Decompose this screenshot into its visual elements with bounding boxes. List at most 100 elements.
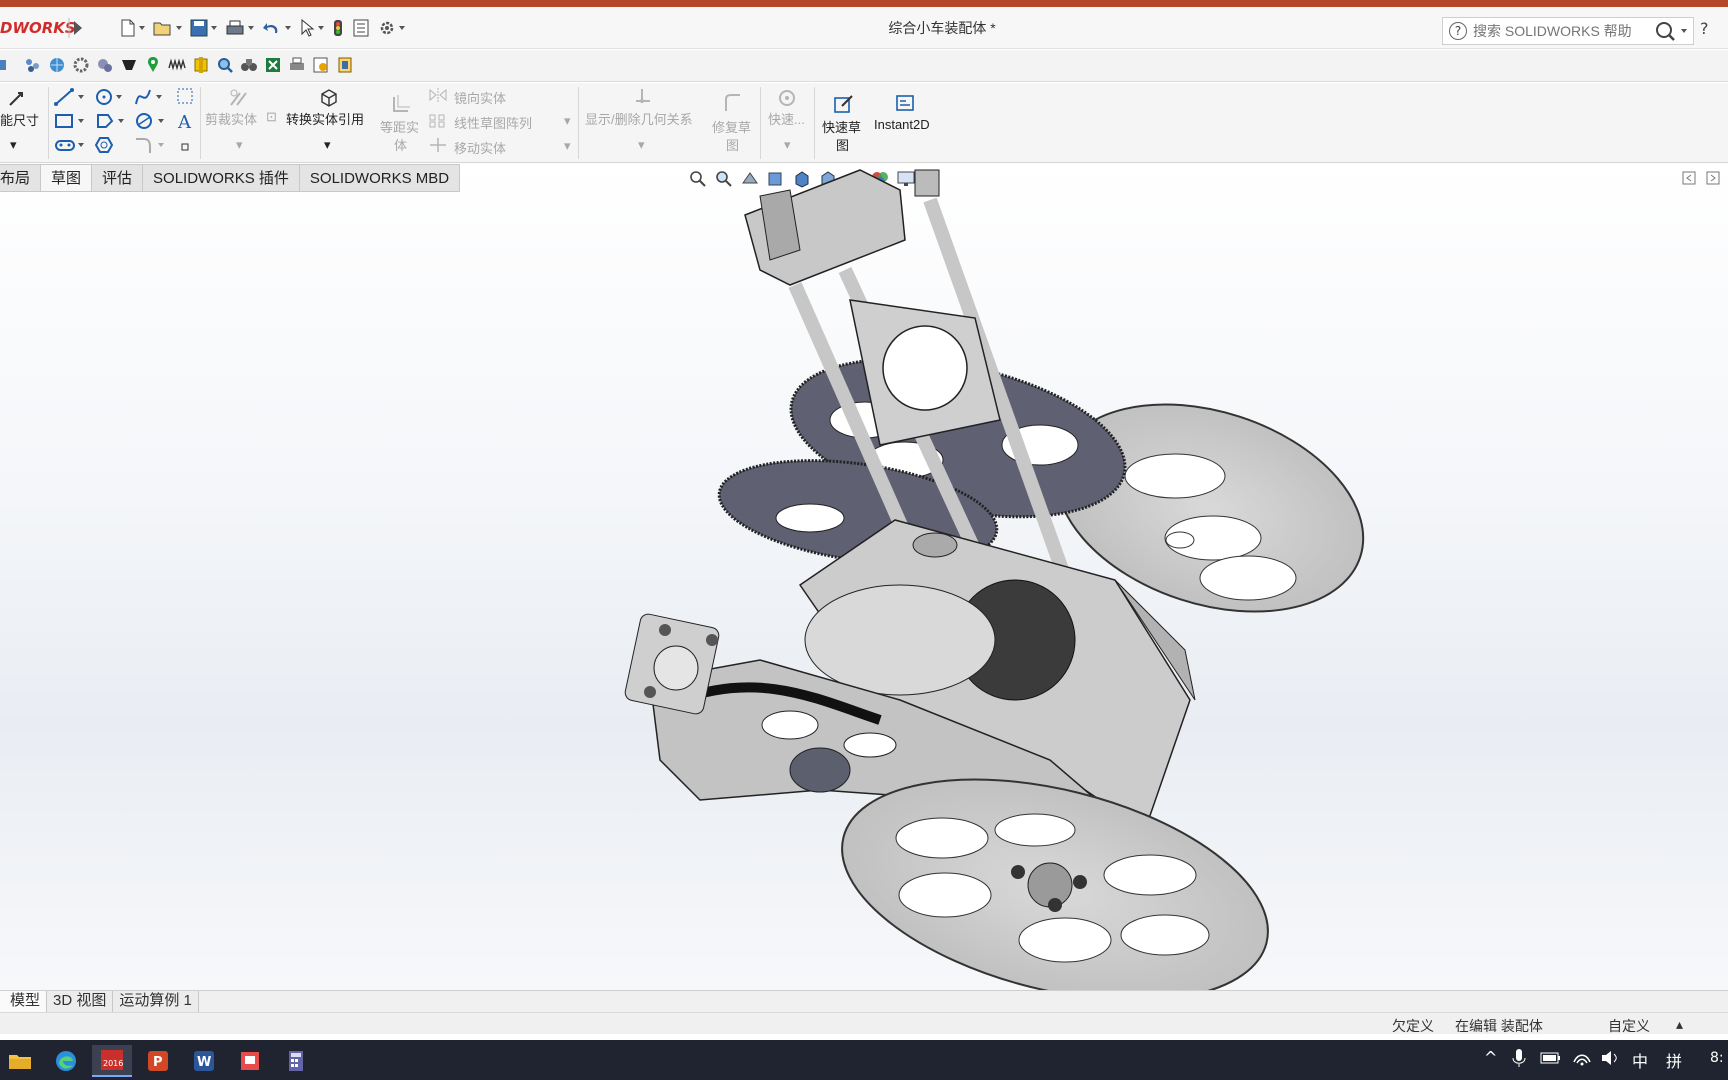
point-icon[interactable]: [180, 139, 192, 158]
rapid-sketch-button[interactable]: 快速草: [822, 117, 861, 136]
smart-dimension-button[interactable]: 能尺寸: [0, 110, 39, 129]
offset-entities-button[interactable]: 等距实: [380, 117, 419, 136]
collapse-panel-icon[interactable]: [1682, 170, 1696, 189]
new-document-button[interactable]: [118, 17, 147, 39]
tab-3d-views[interactable]: 3D 视图: [47, 991, 114, 1013]
rectangle-icon[interactable]: [54, 111, 88, 135]
edge-browser-icon[interactable]: [46, 1045, 86, 1077]
solidworks-taskbar-icon[interactable]: 2016: [92, 1045, 132, 1077]
status-units-caret-icon[interactable]: ▴: [1676, 1016, 1683, 1033]
linear-pattern-button[interactable]: 线性草图阵列: [454, 113, 532, 132]
microphone-icon[interactable]: [1512, 1048, 1526, 1072]
display-relations-button[interactable]: 显示/删除几何关系: [585, 109, 693, 128]
toolbox-gear-icon[interactable]: [72, 56, 90, 74]
battery-icon: [1540, 1048, 1562, 1072]
quick-snaps-caret[interactable]: ▾: [784, 137, 791, 153]
save-button[interactable]: [188, 17, 219, 39]
model-view-tabs: 模型 3D 视图 运动算例 1: [0, 990, 1728, 1013]
select-pointer-button[interactable]: [297, 17, 326, 39]
routing-icon[interactable]: [192, 56, 210, 74]
repair-sketch-button[interactable]: 修复草: [712, 117, 751, 136]
fillet-icon[interactable]: [134, 135, 168, 159]
smart-dimension-caret[interactable]: ▾: [10, 137, 17, 153]
linear-pattern-icon: [428, 113, 448, 133]
task-pane-toggle-icon[interactable]: [1706, 170, 1720, 189]
print-preview-icon[interactable]: [288, 56, 306, 74]
status-units-custom[interactable]: 自定义: [1608, 1016, 1650, 1036]
circle-icon[interactable]: [94, 87, 124, 111]
rebuild-icon[interactable]: [330, 17, 346, 39]
status-underdefined: 欠定义: [1392, 1018, 1434, 1034]
tab-evaluate[interactable]: 评估: [92, 164, 144, 192]
tab-solidworks-addins[interactable]: SOLIDWORKS 插件: [143, 164, 300, 192]
volume-icon[interactable]: [1600, 1048, 1620, 1072]
system-clock[interactable]: 8:: [1710, 1050, 1724, 1066]
assembly-tree-icon[interactable]: [24, 56, 42, 74]
instant2d-button[interactable]: Instant2D: [874, 117, 930, 132]
convert-entities-caret[interactable]: ▾: [324, 137, 331, 153]
help-button[interactable]: ?: [1700, 19, 1709, 38]
options-gear-icon[interactable]: [376, 17, 407, 39]
powerpoint-icon[interactable]: P: [138, 1045, 178, 1077]
car-assembly-model[interactable]: [620, 160, 1380, 1000]
linear-pattern-caret[interactable]: ▾: [564, 113, 571, 129]
wifi-icon[interactable]: [1572, 1048, 1592, 1072]
binoculars-icon[interactable]: [240, 56, 258, 74]
file-explorer-icon[interactable]: [0, 1045, 40, 1077]
svg-text:A: A: [177, 112, 192, 131]
spring-icon[interactable]: [168, 56, 186, 74]
quick-snaps-button[interactable]: 快速...: [768, 109, 805, 128]
solidworks-window: DWORKS 综合小车装配体 * ? 搜索 SOLIDWORKS 帮助 ? 能尺…: [0, 0, 1728, 1080]
polygon-icon[interactable]: [94, 111, 128, 135]
tab-layout[interactable]: 布局: [0, 164, 42, 192]
trim-entities-button[interactable]: 剪裁实体: [205, 109, 257, 128]
mold-icon[interactable]: [120, 56, 138, 74]
line-icon[interactable]: [54, 87, 84, 111]
open-document-button[interactable]: [151, 17, 184, 39]
ime-mode-indicator[interactable]: 拼: [1666, 1048, 1682, 1072]
location-pin-icon[interactable]: [144, 56, 162, 74]
cogs-icon[interactable]: [96, 56, 114, 74]
construction-geometry-icon[interactable]: [176, 87, 196, 111]
trim-entities-caret[interactable]: ▾: [236, 137, 243, 153]
globe-icon[interactable]: [48, 56, 66, 74]
svg-text:W: W: [197, 1055, 211, 1070]
title-bar: DWORKS 综合小车装配体 * ? 搜索 SOLIDWORKS 帮助 ?: [0, 7, 1728, 49]
rapid-sketch-icon[interactable]: [832, 93, 854, 119]
move-entities-caret[interactable]: ▾: [564, 138, 571, 154]
spline-icon[interactable]: [134, 87, 164, 111]
svg-text:P: P: [153, 1055, 163, 1070]
excel-export-icon[interactable]: [264, 56, 282, 74]
ime-language-indicator[interactable]: 中: [1632, 1048, 1648, 1072]
tab-model[interactable]: 模型: [0, 991, 48, 1013]
calculator-icon[interactable]: [276, 1045, 316, 1077]
arc-icon[interactable]: [134, 111, 168, 135]
assembly-icon[interactable]: [0, 56, 18, 74]
tab-motion-study-1[interactable]: 运动算例 1: [113, 991, 199, 1013]
settings-sheet-icon[interactable]: [312, 56, 330, 74]
tab-sketch[interactable]: 草图: [41, 164, 93, 192]
hexagon-icon[interactable]: [94, 135, 116, 159]
presentation-app-icon[interactable]: [230, 1045, 270, 1077]
document-title: 综合小车装配体 *: [888, 20, 996, 36]
print-button[interactable]: [223, 17, 256, 39]
show-hidden-icons-chevron-icon[interactable]: ^: [1484, 1048, 1497, 1067]
word-icon[interactable]: W: [184, 1045, 224, 1077]
move-entities-button[interactable]: 移动实体: [454, 138, 506, 157]
mirror-entities-button[interactable]: 镜向实体: [454, 88, 506, 107]
help-search-input[interactable]: [1473, 21, 1653, 41]
file-properties-button[interactable]: [350, 17, 372, 39]
display-relations-caret[interactable]: ▾: [638, 137, 645, 153]
tab-solidworks-mbd[interactable]: SOLIDWORKS MBD: [299, 164, 461, 192]
help-search-box[interactable]: ?: [1442, 17, 1694, 45]
secondary-toolbar: [0, 50, 1728, 82]
undo-button[interactable]: [260, 17, 293, 39]
inspect-magnifier-icon[interactable]: [216, 56, 234, 74]
text-icon[interactable]: A: [176, 111, 196, 135]
addin-manager-icon[interactable]: [336, 56, 354, 74]
menu-expand-arrow[interactable]: [68, 16, 88, 40]
instant2d-icon[interactable]: [894, 93, 916, 119]
search-icon[interactable]: [1653, 20, 1691, 46]
convert-entities-button[interactable]: 转换实体引用: [286, 109, 364, 128]
slot-icon[interactable]: [54, 135, 88, 159]
